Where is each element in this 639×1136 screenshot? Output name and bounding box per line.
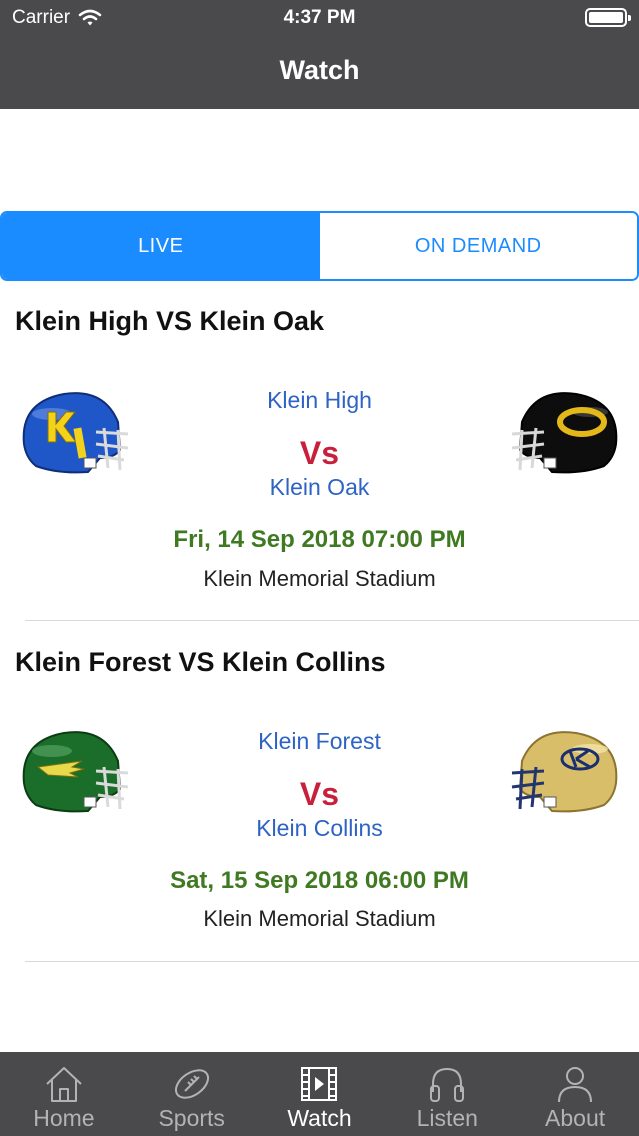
- battery-icon: [585, 8, 631, 27]
- tab-listen[interactable]: Listen: [383, 1052, 511, 1136]
- match-title: Klein High VS Klein Oak: [15, 306, 325, 336]
- segment-live[interactable]: LIVE: [2, 213, 320, 279]
- tab-sports[interactable]: Sports: [128, 1052, 256, 1136]
- divider: [25, 961, 639, 962]
- home-team-name: Klein Forest: [258, 728, 381, 754]
- away-team-name: Klein Collins: [256, 815, 383, 841]
- match-card[interactable]: Klein High VS Klein Oak Klein High Vs Kl…: [0, 306, 639, 622]
- tab-label: Listen: [416, 1105, 478, 1131]
- divider: [25, 620, 639, 621]
- tab-watch[interactable]: Watch: [256, 1052, 384, 1136]
- house-icon: [46, 1067, 82, 1102]
- tab-home[interactable]: Home: [0, 1052, 128, 1136]
- page-title: Watch: [279, 55, 360, 85]
- match-title: Klein Forest VS Klein Collins: [15, 647, 386, 677]
- away-team-name: Klein Oak: [269, 474, 370, 500]
- tab-about[interactable]: About: [511, 1052, 639, 1136]
- status-time: 4:37 PM: [283, 7, 356, 28]
- vs-label: Vs: [299, 435, 340, 471]
- match-datetime: Sat, 15 Sep 2018 06:00 PM: [170, 867, 469, 894]
- status-bar: Carrier 4:37 PM: [0, 0, 639, 36]
- tab-bar: Home Sports Watch Listen About: [0, 1052, 639, 1136]
- tab-label: Home: [33, 1105, 95, 1131]
- watch-screen: Carrier 4:37 PM Watch LIVE ON DEMAND Kle…: [0, 0, 639, 1136]
- top-bar: Carrier 4:37 PM Watch: [0, 0, 639, 109]
- tab-label: Watch: [287, 1105, 352, 1131]
- segment-on-demand[interactable]: ON DEMAND: [319, 213, 637, 279]
- match-venue: Klein Memorial Stadium: [203, 906, 436, 931]
- tab-label: Sports: [158, 1105, 225, 1131]
- headphones-icon: [430, 1067, 465, 1102]
- home-team-name: Klein High: [267, 387, 372, 413]
- live-ondemand-segmented-control: LIVE ON DEMAND: [0, 211, 639, 281]
- person-icon: [558, 1067, 593, 1103]
- match-venue: Klein Memorial Stadium: [203, 566, 436, 591]
- match-datetime: Fri, 14 Sep 2018 07:00 PM: [173, 526, 466, 553]
- film-strip-icon: [301, 1067, 338, 1101]
- match-card[interactable]: Klein Forest VS Klein Collins Klein Fore…: [0, 647, 639, 963]
- tab-label: About: [545, 1105, 606, 1131]
- football-icon: [174, 1069, 209, 1099]
- vs-label: Vs: [299, 776, 340, 812]
